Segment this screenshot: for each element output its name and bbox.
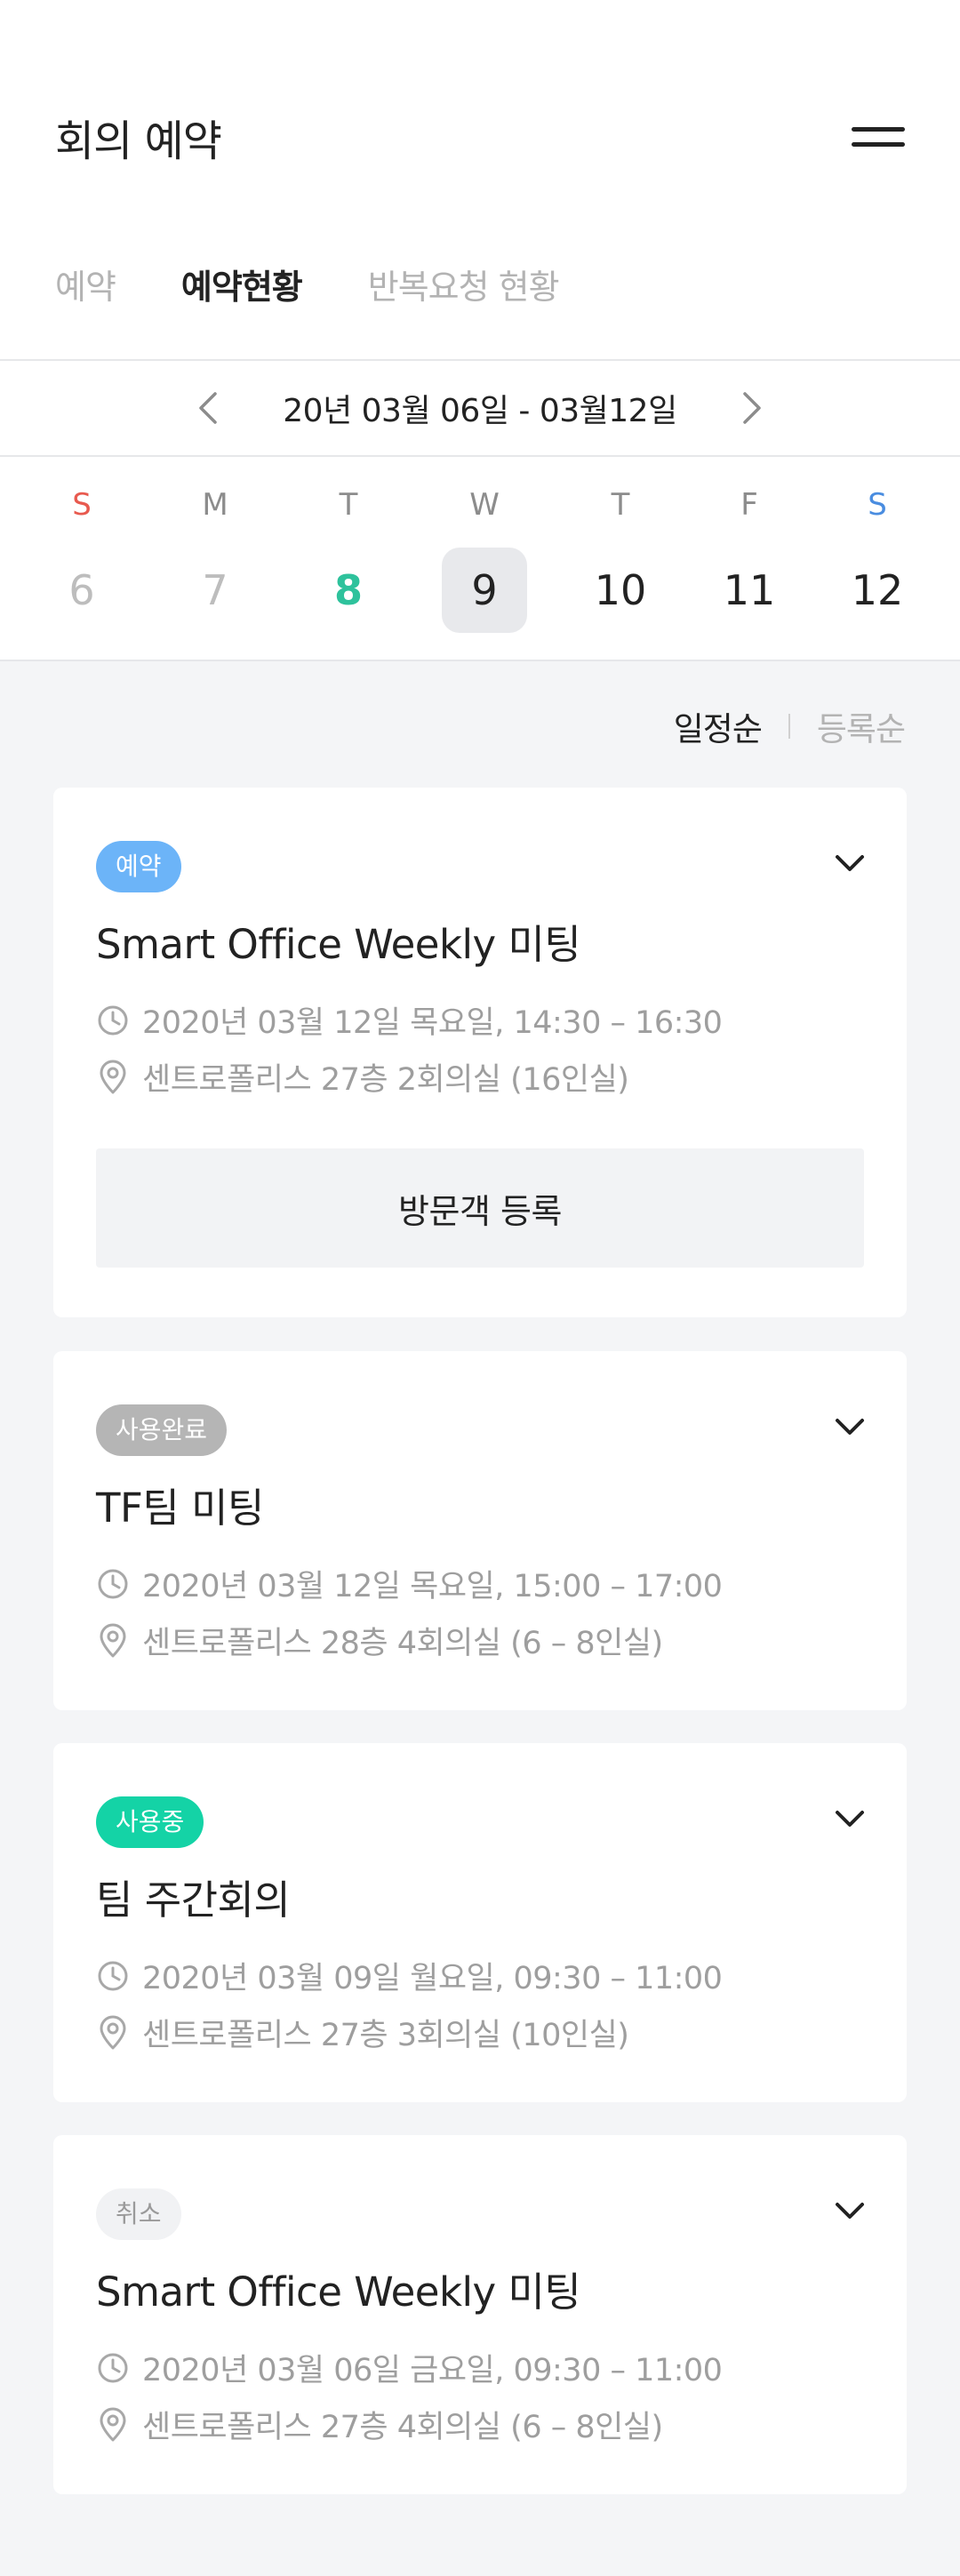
day-number: 7 — [202, 566, 228, 614]
meeting-time: 2020년 03월 06일 금요일, 09:30 – 11:00 — [96, 2345, 723, 2390]
day-number: 8 — [333, 566, 363, 614]
sort-by-schedule[interactable]: 일정순 — [674, 702, 763, 750]
day-of-week: F — [740, 487, 758, 523]
chevron-left-icon[interactable] — [190, 390, 226, 426]
day-number: 9 — [442, 548, 527, 633]
tab-bar: 예약 예약현황 반복요청 현황 — [55, 260, 560, 308]
day-number: 11 — [723, 566, 776, 614]
visitor-register-button[interactable]: 방문객 등록 — [96, 1148, 864, 1268]
location-pin-icon — [100, 2015, 126, 2049]
day-cell-today[interactable]: T 8 — [295, 480, 402, 633]
day-number: 12 — [851, 566, 904, 614]
day-of-week: T — [611, 487, 630, 523]
reservation-card[interactable]: 사용완료 TF팀 미팅 2020년 03월 12일 목요일, 15:00 – 1… — [53, 1351, 907, 1710]
hamburger-menu-icon[interactable] — [852, 119, 905, 155]
day-of-week: T — [339, 487, 358, 523]
sort-options: 일정순 등록순 — [674, 702, 906, 750]
day-of-week: S — [72, 487, 92, 523]
meeting-title: TF팀 미팅 — [96, 1484, 264, 1532]
chevron-down-icon[interactable] — [832, 1410, 868, 1445]
meeting-time: 2020년 03월 12일 목요일, 14:30 – 16:30 — [96, 997, 723, 1043]
tab-reservation-status[interactable]: 예약현황 — [181, 260, 303, 308]
meeting-title: Smart Office Weekly 미팅 — [96, 2268, 581, 2316]
date-range-bar: 20년 03월 06일 - 03월12일 — [0, 359, 960, 457]
clock-icon — [98, 1961, 128, 1990]
sort-by-registration[interactable]: 등록순 — [817, 702, 906, 750]
week-calendar: S 6 M 7 T 8 W 9 T 10 F 11 S 12 — [0, 480, 960, 649]
clock-icon — [98, 1569, 128, 1598]
status-badge: 사용완료 — [96, 1404, 228, 1456]
header: 회의 예약 — [55, 105, 905, 169]
chevron-down-icon[interactable] — [832, 1802, 868, 1837]
reservation-card[interactable]: 예약 Smart Office Weekly 미팅 2020년 03월 12일 … — [53, 788, 907, 1317]
chevron-right-icon[interactable] — [734, 390, 770, 426]
meeting-location: 센트로폴리스 27층 4회의실 (6 – 8인실) — [96, 2402, 663, 2447]
chevron-down-icon[interactable] — [832, 846, 868, 882]
meeting-time: 2020년 03월 09일 월요일, 09:30 – 11:00 — [96, 1953, 723, 1998]
meeting-location: 센트로폴리스 28층 4회의실 (6 – 8인실) — [96, 1618, 663, 1663]
day-number: 10 — [594, 566, 647, 614]
status-badge: 예약 — [96, 841, 181, 892]
location-pin-icon — [100, 2407, 126, 2441]
status-badge: 사용중 — [96, 1796, 204, 1848]
chevron-down-icon[interactable] — [832, 2194, 868, 2229]
meeting-title: Smart Office Weekly 미팅 — [96, 921, 581, 968]
top-panel: 회의 예약 예약 예약현황 반복요청 현황 20년 03월 06일 - 03월1… — [0, 0, 960, 661]
location-pin-icon — [100, 1060, 126, 1093]
meeting-title: 팀 주간회의 — [96, 1876, 291, 1924]
page-title: 회의 예약 — [55, 116, 222, 166]
reservation-card[interactable]: 취소 Smart Office Weekly 미팅 2020년 03월 06일 … — [53, 2135, 907, 2494]
date-range-label: 20년 03월 06일 - 03월12일 — [283, 393, 677, 429]
tab-reserve[interactable]: 예약 — [55, 260, 116, 308]
meeting-time: 2020년 03월 12일 목요일, 15:00 – 17:00 — [96, 1561, 723, 1606]
day-cell[interactable]: F 11 — [696, 480, 803, 633]
tab-repeat-request-status[interactable]: 반복요청 현황 — [368, 260, 560, 308]
day-cell-selected[interactable]: W 9 — [431, 480, 538, 633]
day-of-week: W — [469, 487, 500, 523]
meeting-location: 센트로폴리스 27층 3회의실 (10인실) — [96, 2010, 629, 2055]
day-number: 6 — [68, 566, 95, 614]
divider — [788, 714, 790, 739]
day-of-week: M — [202, 487, 228, 523]
status-badge: 취소 — [96, 2188, 181, 2240]
day-cell[interactable]: S 12 — [824, 480, 931, 633]
reservation-card[interactable]: 사용중 팀 주간회의 2020년 03월 09일 월요일, 09:30 – 11… — [53, 1743, 907, 2102]
location-pin-icon — [100, 1623, 126, 1657]
day-cell[interactable]: M 7 — [162, 480, 268, 633]
day-cell[interactable]: T 10 — [567, 480, 674, 633]
meeting-location: 센트로폴리스 27층 2회의실 (16인실) — [96, 1054, 629, 1100]
clock-icon — [98, 2353, 128, 2382]
clock-icon — [98, 1005, 128, 1035]
day-of-week: S — [868, 487, 887, 523]
day-cell[interactable]: S 6 — [28, 480, 135, 633]
